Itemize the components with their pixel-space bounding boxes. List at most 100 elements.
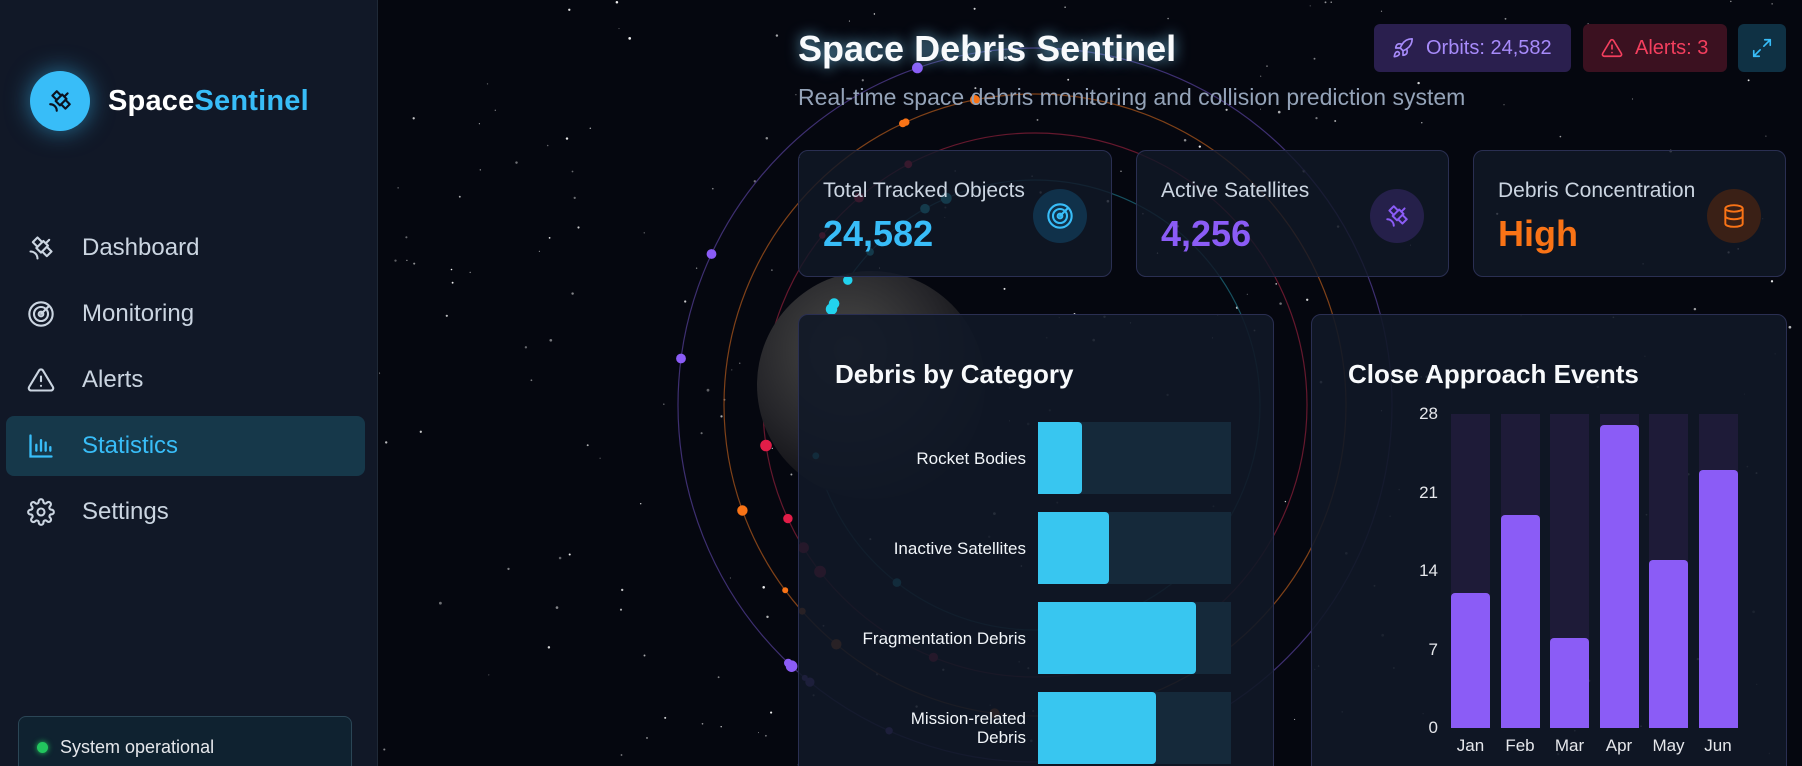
star xyxy=(615,1,619,4)
satellite-icon xyxy=(30,71,90,131)
star xyxy=(394,259,397,262)
star xyxy=(790,473,793,476)
star xyxy=(1334,120,1337,122)
debris-by-category-panel: Debris by Category Rocket Bodies Inactive… xyxy=(798,314,1274,766)
star xyxy=(494,109,496,111)
satellite-icon xyxy=(26,233,56,263)
star xyxy=(762,586,765,589)
sidebar-nav: Dashboard Monitoring Alerts Statistics S… xyxy=(6,218,365,548)
brand-name-primary: Space xyxy=(108,84,195,117)
star xyxy=(1067,78,1070,81)
star xyxy=(445,314,448,317)
stat-value: High xyxy=(1498,213,1578,254)
debris-object xyxy=(676,353,686,364)
orbits-button[interactable]: Orbits: 24,582 xyxy=(1374,24,1571,72)
stat-label: Total Tracked Objects xyxy=(823,179,1025,202)
star xyxy=(558,556,562,560)
brand[interactable]: SpaceSentinel xyxy=(30,71,309,131)
bar[interactable] xyxy=(1038,512,1110,584)
star xyxy=(589,127,592,129)
star xyxy=(771,447,773,450)
bar-category-label: Rocket Bodies xyxy=(916,448,1026,468)
star xyxy=(1294,718,1296,720)
star xyxy=(405,236,408,239)
star xyxy=(577,226,580,229)
bar[interactable] xyxy=(1038,422,1083,494)
y-axis-tick-label: 28 xyxy=(1419,404,1438,423)
star xyxy=(771,269,773,271)
star xyxy=(1730,0,1732,3)
column-bar[interactable] xyxy=(1550,638,1589,728)
sidebar-item-label: Dashboard xyxy=(82,234,200,261)
bar[interactable] xyxy=(1038,602,1197,674)
star xyxy=(1503,104,1505,106)
star xyxy=(1693,307,1697,311)
star xyxy=(701,722,704,725)
column-bar[interactable] xyxy=(1451,593,1490,728)
orbits-count-label: Orbits: 24,582 xyxy=(1426,36,1552,59)
column-track xyxy=(1599,414,1639,728)
stat-value: 4,256 xyxy=(1161,213,1252,254)
x-axis-tick-label: Mar xyxy=(1554,736,1585,755)
sidebar-item-monitoring[interactable]: Monitoring xyxy=(6,284,365,344)
star xyxy=(383,748,386,751)
star xyxy=(379,372,381,375)
column-bar[interactable] xyxy=(1649,559,1688,728)
star xyxy=(1279,302,1282,305)
star xyxy=(775,34,779,37)
star xyxy=(643,232,645,234)
star xyxy=(620,754,623,756)
star xyxy=(586,444,589,447)
bar-track xyxy=(1038,422,1231,494)
sidebar-item-statistics[interactable]: Statistics xyxy=(6,416,365,476)
y-axis-tick-label: 21 xyxy=(1419,482,1438,502)
rocket-icon xyxy=(1392,37,1414,59)
column-bar[interactable] xyxy=(1500,514,1540,728)
sidebar-item-dashboard[interactable]: Dashboard xyxy=(6,218,365,278)
sidebar-item-alerts[interactable]: Alerts xyxy=(6,350,365,410)
fullscreen-button[interactable] xyxy=(1738,24,1786,72)
column-bar[interactable] xyxy=(1698,470,1738,728)
star xyxy=(1788,325,1792,329)
star xyxy=(618,28,620,30)
y-axis-tick-label: 0 xyxy=(1428,718,1438,737)
star xyxy=(1631,98,1634,100)
star xyxy=(1309,5,1311,7)
debris-object xyxy=(899,119,907,128)
star xyxy=(663,403,665,405)
star xyxy=(628,37,632,40)
alerts-button[interactable]: Alerts: 3 xyxy=(1583,24,1727,72)
column-bar[interactable] xyxy=(1599,425,1639,728)
star xyxy=(766,615,769,619)
star xyxy=(1324,1,1327,4)
status-text: System operational xyxy=(60,737,215,757)
radar-icon xyxy=(1033,189,1087,243)
sidebar: SpaceSentinel Dashboard Monitoring Alert… xyxy=(0,0,378,766)
star xyxy=(1747,79,1750,82)
bar-track xyxy=(1038,692,1231,764)
star xyxy=(568,553,571,556)
bar[interactable] xyxy=(1038,692,1156,764)
star xyxy=(1246,293,1248,295)
star xyxy=(621,588,624,592)
star xyxy=(555,606,559,609)
y-axis-tick-label: 7 xyxy=(1428,639,1438,659)
star xyxy=(515,161,518,164)
x-axis-tick-label: May xyxy=(1652,736,1685,755)
x-axis-tick-label: Jun xyxy=(1704,736,1732,755)
star xyxy=(530,379,533,382)
star xyxy=(1380,10,1383,12)
alerts-count-label: Alerts: 3 xyxy=(1635,36,1709,59)
star xyxy=(1421,122,1423,124)
star xyxy=(548,237,551,239)
star xyxy=(711,187,714,190)
star xyxy=(478,123,480,125)
star xyxy=(1198,145,1201,148)
stat-card-debris-concentration: Debris Concentration High xyxy=(1473,150,1786,277)
debris-object xyxy=(760,439,772,452)
star xyxy=(770,711,773,714)
star xyxy=(1771,3,1773,5)
star xyxy=(599,457,601,459)
sidebar-item-settings[interactable]: Settings xyxy=(6,482,365,542)
star xyxy=(1306,298,1309,301)
